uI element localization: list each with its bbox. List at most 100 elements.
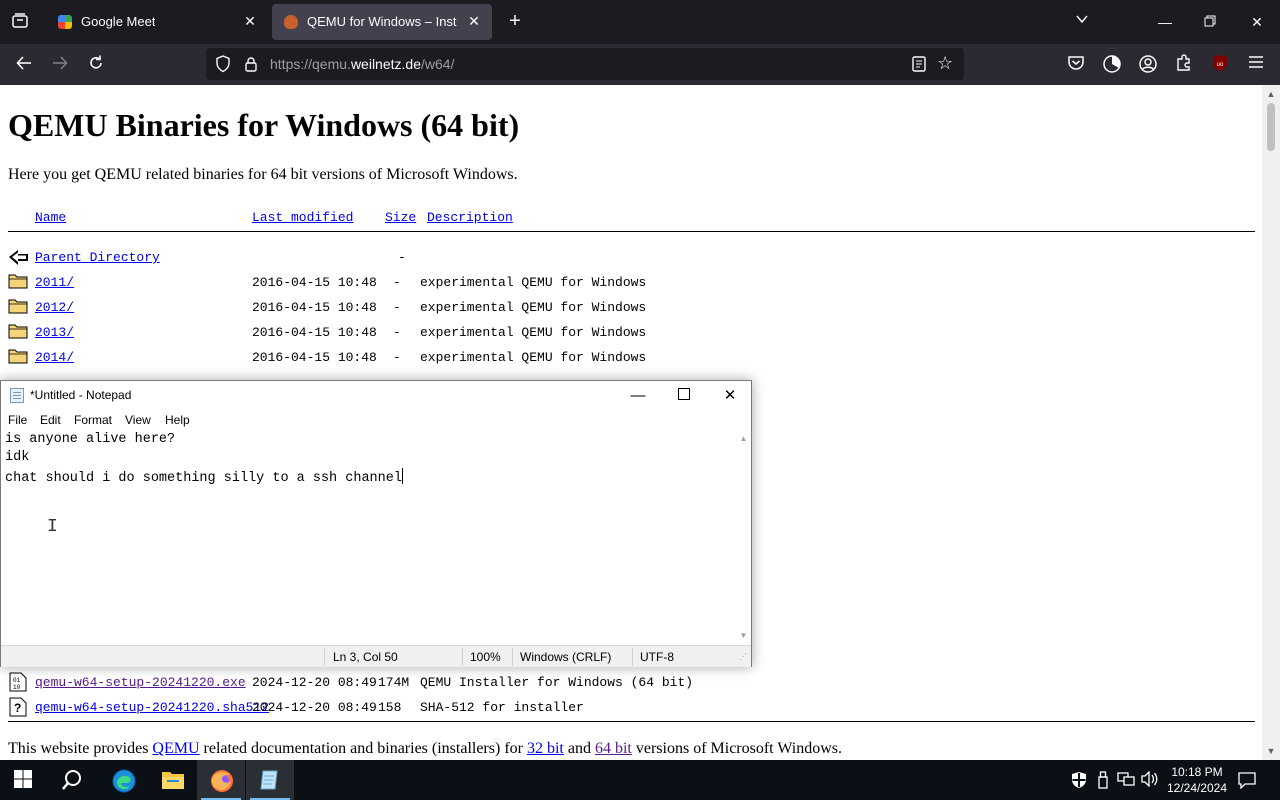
cell-description: experimental QEMU for Windows [420, 275, 647, 290]
windows-taskbar: 10:18 PM 12/24/2024 [0, 760, 1280, 800]
scroll-down-icon[interactable]: ▼ [1262, 744, 1280, 758]
system-clock[interactable]: 10:18 PM 12/24/2024 [1160, 764, 1234, 796]
table-row: ? qemu-w64-setup-20241220.sha512 2024-12… [0, 697, 1255, 719]
cell-size: 174M [378, 675, 410, 690]
folder-icon [8, 347, 28, 365]
security-shield-icon[interactable] [1069, 771, 1089, 793]
table-row: 2013/ 2016-04-15 10:48 - experimental QE… [0, 322, 1255, 344]
notepad-scrollbar[interactable]: ▲ ▼ [736, 431, 751, 644]
ublock-origin-icon[interactable]: uo [1209, 54, 1231, 76]
clock-date: 12/24/2024 [1166, 781, 1228, 795]
resize-grip-icon[interactable]: ⋰ [739, 652, 747, 661]
tab-qemu[interactable]: QEMU for Windows – Installers ✕ [272, 4, 492, 40]
volume-icon[interactable] [1140, 770, 1160, 791]
parent-directory-link[interactable]: Parent Directory [35, 250, 160, 265]
close-icon[interactable]: ✕ [718, 385, 742, 407]
notepad-status-bar: Ln 3, Col 50 100% Windows (CRLF) UTF-8 ⋰ [1, 645, 751, 667]
tab-list-icon[interactable] [10, 12, 30, 32]
bookmark-star-icon[interactable]: ☆ [937, 53, 953, 74]
sort-by-name-link[interactable]: Name [35, 210, 66, 225]
sha512-link[interactable]: qemu-w64-setup-20241220.sha512 [35, 700, 269, 715]
tracking-protection-icon[interactable] [215, 55, 231, 78]
close-window-icon[interactable]: ✕ [1247, 12, 1267, 32]
list-all-tabs-icon[interactable] [1072, 12, 1092, 32]
folder-icon [8, 297, 28, 315]
folder-link[interactable]: 2014/ [35, 350, 74, 365]
tab-google-meet[interactable]: Google Meet ✕ [46, 4, 268, 40]
sort-by-description-link[interactable]: Description [427, 210, 513, 225]
scroll-up-icon[interactable]: ▲ [736, 434, 751, 443]
file-explorer-taskbar-button[interactable] [148, 760, 196, 800]
minimize-icon[interactable]: — [1155, 12, 1175, 32]
tab-title: QEMU for Windows – Installers [307, 14, 457, 29]
page-scrollbar[interactable]: ▲ ▼ [1262, 85, 1280, 760]
folder-link[interactable]: 2011/ [35, 275, 74, 290]
32-bit-link[interactable]: 32 bit [527, 740, 564, 757]
reader-view-icon[interactable] [912, 56, 926, 77]
new-tab-icon[interactable]: + [504, 11, 526, 33]
notifications-icon[interactable] [1237, 771, 1257, 793]
forward-icon[interactable] [49, 54, 71, 76]
sort-by-size-link[interactable]: Size [385, 210, 416, 225]
text-line: idk [5, 450, 30, 465]
qemu-link[interactable]: QEMU [152, 740, 199, 757]
notepad-title-bar[interactable]: *Untitled - Notepad — ✕ [1, 381, 751, 411]
cell-modified: 2016-04-15 10:48 [252, 350, 377, 365]
edge-taskbar-button[interactable] [99, 760, 147, 800]
cell-description: SHA-512 for installer [420, 700, 584, 715]
notepad-icon [259, 769, 281, 791]
text-line-with-caret: chat should i do something silly to a ss… [5, 468, 403, 486]
line-ending: Windows (CRLF) [520, 650, 612, 664]
account-icon[interactable] [1137, 54, 1159, 76]
text-caret [401, 468, 403, 484]
search-button[interactable] [48, 760, 96, 800]
reload-icon[interactable] [85, 54, 107, 76]
menu-file[interactable]: File [8, 413, 27, 427]
cursor-position: Ln 3, Col 50 [333, 650, 398, 664]
page-title: QEMU Binaries for Windows (64 bit) [8, 107, 520, 143]
menu-help[interactable]: Help [165, 413, 190, 427]
close-tab-icon[interactable]: ✕ [464, 11, 484, 31]
start-button[interactable] [0, 760, 48, 800]
cell-size: 158 [378, 700, 402, 715]
menu-edit[interactable]: Edit [40, 413, 61, 427]
svg-text:uo: uo [1217, 62, 1224, 68]
64-bit-link[interactable]: 64 bit [595, 740, 632, 757]
usb-device-icon[interactable] [1093, 771, 1113, 793]
url-text[interactable]: https://qemu.weilnetz.de/w64/ [270, 56, 454, 72]
address-bar[interactable]: https://qemu.weilnetz.de/w64/ ☆ [206, 48, 964, 80]
pocket-icon[interactable] [1065, 54, 1087, 76]
restore-icon[interactable] [1200, 12, 1220, 32]
network-icon[interactable] [1116, 771, 1136, 791]
menu-view[interactable]: View [125, 413, 151, 427]
maximize-icon[interactable] [672, 385, 696, 407]
lock-icon[interactable] [244, 56, 258, 77]
minimize-icon[interactable]: — [626, 385, 650, 407]
folder-link[interactable]: 2012/ [35, 300, 74, 315]
folder-link[interactable]: 2013/ [35, 325, 74, 340]
scroll-up-icon[interactable]: ▲ [1262, 87, 1280, 101]
notepad-taskbar-button[interactable] [246, 760, 294, 800]
back-icon[interactable] [13, 54, 35, 76]
notepad-menu-bar: File Edit Format View Help [1, 411, 751, 431]
firefox-icon [210, 769, 233, 792]
footer-divider [8, 721, 1255, 722]
cell-modified: 2024-12-20 08:49 [252, 675, 377, 690]
close-tab-icon[interactable]: ✕ [240, 11, 260, 31]
browser-tab-strip: Google Meet ✕ QEMU for Windows – Install… [0, 0, 1280, 44]
encoding: UTF-8 [640, 650, 674, 664]
scrollbar-thumb[interactable] [1267, 103, 1275, 151]
extensions-icon[interactable] [1173, 54, 1195, 76]
svg-text:?: ? [14, 701, 21, 715]
scroll-down-icon[interactable]: ▼ [736, 631, 751, 640]
sort-by-modified-link[interactable]: Last modified [252, 210, 353, 225]
notepad-text-area[interactable]: is anyone alive here? idk chat should i … [1, 431, 736, 644]
installer-exe-link[interactable]: qemu-w64-setup-20241220.exe [35, 675, 246, 690]
cell-modified: 2016-04-15 10:48 [252, 325, 377, 340]
firefox-taskbar-button[interactable] [197, 760, 245, 800]
app-menu-icon[interactable] [1245, 54, 1267, 76]
folder-icon [8, 322, 28, 340]
menu-format[interactable]: Format [74, 413, 112, 427]
extension-progress-icon[interactable] [1101, 54, 1123, 76]
table-row: 2011/ 2016-04-15 10:48 - experimental QE… [0, 272, 1255, 294]
